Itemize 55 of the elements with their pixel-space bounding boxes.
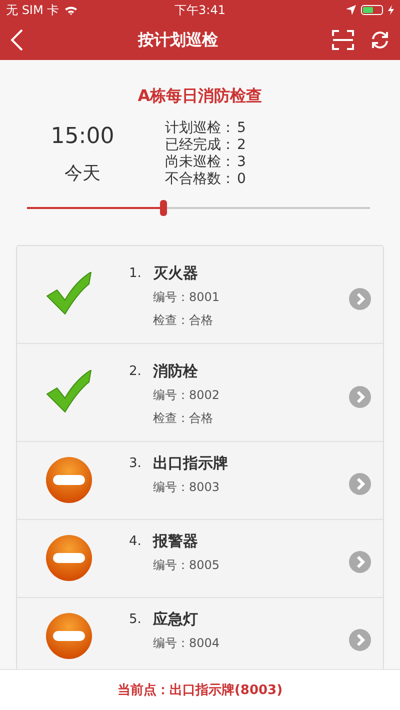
item-code: 编号：8003 [153, 479, 221, 496]
chevron-icon [349, 628, 371, 650]
check-icon [45, 272, 93, 316]
plan-day: 今天 [64, 160, 100, 184]
stat-value: 0 [237, 171, 246, 188]
stat-value: 5 [237, 120, 246, 137]
item-name: 应急灯 [153, 610, 199, 629]
checkpoint-row[interactable]: 2. 消防栓 编号：8002 检查：合格 [17, 344, 383, 442]
item-number: 4. [129, 534, 142, 549]
stat-label: 尚未巡检： [165, 154, 235, 171]
item-name: 报警器 [153, 532, 199, 551]
location-icon [346, 5, 356, 15]
battery-icon [361, 5, 383, 15]
item-code: 编号：8001 [153, 289, 221, 306]
item-number: 5. [129, 612, 142, 627]
minus-circle-icon [45, 612, 93, 660]
checkpoint-row[interactable]: 1. 灭火器 编号：8001 检查：合格 [17, 246, 383, 344]
progress-slider[interactable] [24, 200, 373, 216]
stat-value: 2 [237, 137, 246, 154]
back-button[interactable] [10, 29, 24, 51]
item-number: 3. [129, 456, 142, 471]
checkpoint-row[interactable]: 4. 报警器 编号：8005 [17, 520, 383, 598]
chevron-icon [349, 472, 371, 494]
status-time: 下午3:41 [174, 2, 226, 16]
slider-thumb[interactable] [160, 200, 168, 216]
item-name: 消防栓 [153, 362, 199, 381]
carrier-label: 无 SIM 卡 [6, 2, 60, 18]
bolt-icon [388, 5, 394, 15]
checkpoint-row[interactable]: 3. 出口指示牌 编号：8003 [17, 442, 383, 520]
item-name: 出口指示牌 [153, 454, 229, 473]
item-code: 编号：8005 [153, 557, 221, 574]
current-point: 当前点：出口指示牌(8003) [117, 682, 283, 699]
plan-title: A栋每日消防检查 [136, 86, 264, 107]
wifi-icon [64, 5, 78, 15]
plan-time: 15:00 [50, 124, 114, 148]
stat-label: 已经完成： [165, 137, 235, 154]
chevron-icon [349, 386, 371, 408]
minus-circle-icon [45, 456, 93, 504]
stat-label: 计划巡检： [165, 120, 235, 137]
stat-label: 不合格数： [165, 171, 235, 188]
item-check: 检查：合格 [153, 312, 214, 329]
chevron-icon [349, 550, 371, 572]
item-name: 灭火器 [153, 264, 199, 283]
scan-button[interactable] [332, 30, 354, 50]
item-check: 检查：合格 [153, 410, 214, 427]
minus-circle-icon [45, 534, 93, 582]
check-icon [45, 370, 93, 414]
refresh-button[interactable] [370, 30, 390, 50]
stat-value: 3 [237, 154, 246, 171]
chevron-icon [349, 288, 371, 310]
item-number: 1. [129, 266, 142, 281]
page-title: 按计划巡检 [138, 30, 218, 50]
item-code: 编号：8004 [153, 635, 221, 652]
item-number: 2. [129, 364, 142, 379]
item-code: 编号：8002 [153, 387, 221, 404]
